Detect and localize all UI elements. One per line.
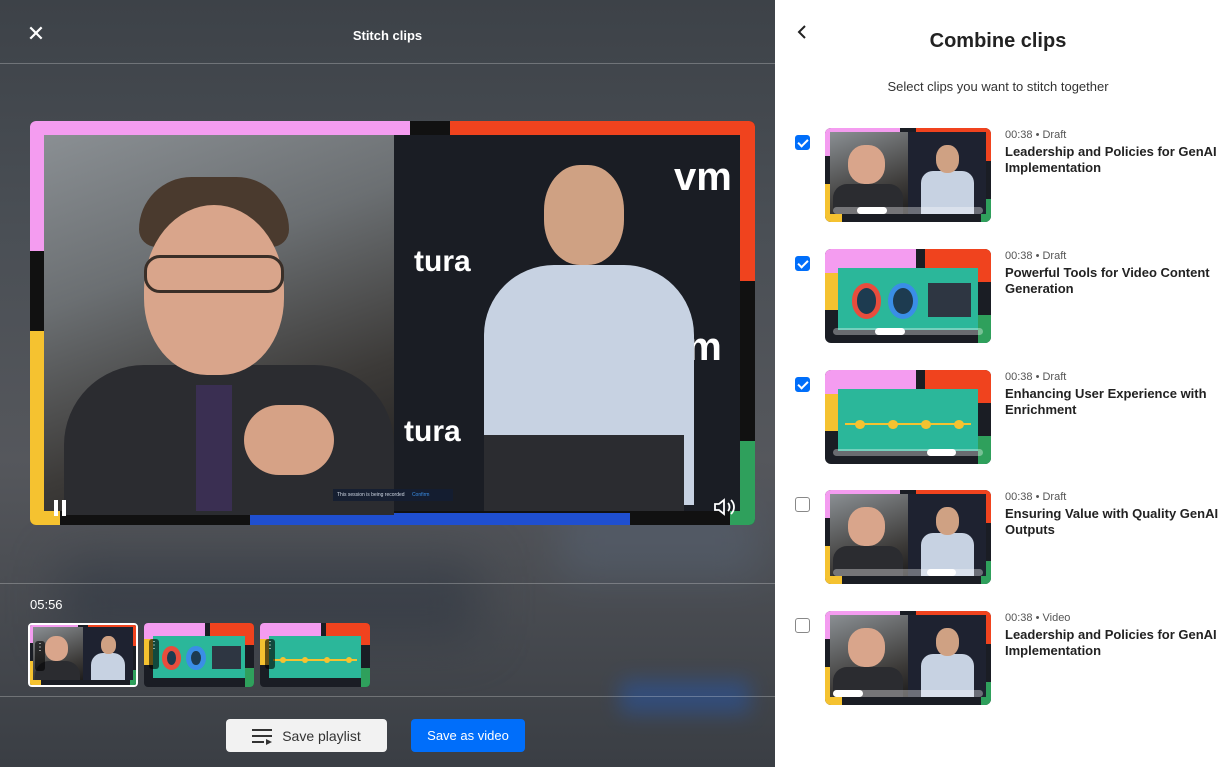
save-as-video-button[interactable]: Save as video bbox=[411, 719, 525, 752]
clip-status: 00:38 • Draft bbox=[1005, 491, 1067, 503]
clip-thumbnail[interactable] bbox=[825, 490, 991, 584]
clip-status: 00:38 • Draft bbox=[1005, 371, 1067, 383]
clip-meta: 00:38 • Draft Leadership and Policies for… bbox=[1005, 129, 1221, 176]
clip-checkbox[interactable] bbox=[795, 497, 810, 512]
playlist-icon bbox=[252, 728, 273, 745]
video-player[interactable]: turavm vmtura This session is being reco… bbox=[30, 121, 755, 525]
editor-header: ✕ Stitch clips bbox=[0, 0, 775, 64]
clip-thumbnail[interactable] bbox=[825, 611, 991, 705]
drag-handle-icon[interactable]: ⋮ bbox=[35, 641, 45, 671]
clip-list-item[interactable]: 00:38 • Draft Enhancing User Experience w… bbox=[795, 370, 1221, 466]
drag-handle-icon[interactable]: ⋮ bbox=[265, 639, 275, 669]
panel-subtitle: Select clips you want to stitch together bbox=[887, 79, 1109, 94]
pause-icon[interactable] bbox=[52, 500, 68, 518]
recording-banner-button: Confirm bbox=[411, 492, 430, 498]
clip-scrub-bar bbox=[833, 568, 983, 577]
clip-name: Leadership and Policies for GenAI Implem… bbox=[1005, 627, 1217, 658]
panel-title: Combine clips bbox=[929, 30, 1067, 52]
clip-scrub-bar bbox=[833, 689, 983, 698]
clip-checkbox[interactable] bbox=[795, 377, 810, 392]
clip-name: Enhancing User Experience with Enrichmen… bbox=[1005, 386, 1207, 417]
stitch-editor: ✕ Stitch clips turavm vmtura This sessio… bbox=[0, 0, 775, 767]
drag-handle-icon[interactable]: ⋮ bbox=[149, 639, 159, 669]
recording-banner: This session is being recorded Confirm bbox=[333, 489, 453, 501]
clip-meta: 00:38 • Draft Powerful Tools for Video Co… bbox=[1005, 250, 1221, 297]
clip-status: 00:38 • Video bbox=[1005, 612, 1071, 624]
clip-checkbox[interactable] bbox=[795, 135, 810, 150]
clip-thumbnail[interactable] bbox=[825, 370, 991, 464]
combine-clips-panel: Combine clips Select clips you want to s… bbox=[775, 0, 1221, 767]
clip-meta: 00:38 • Draft Enhancing User Experience w… bbox=[1005, 371, 1221, 418]
clip-list-item[interactable]: 00:38 • Draft Leadership and Policies for… bbox=[795, 128, 1221, 224]
timeline-clip[interactable]: ⋮ bbox=[144, 623, 254, 687]
clip-name: Powerful Tools for Video Content Generat… bbox=[1005, 265, 1210, 296]
clip-meta: 00:38 • Draft Ensuring Value with Quality… bbox=[1005, 491, 1221, 538]
speaker-right-video: turavm vmtura bbox=[394, 135, 740, 511]
timeline-clips: ⋮ ⋮ ⋮ bbox=[28, 623, 370, 687]
clip-list-item[interactable]: 00:38 • Draft Powerful Tools for Video Co… bbox=[795, 249, 1221, 345]
timeline-clip[interactable]: ⋮ bbox=[28, 623, 138, 687]
clip-thumbnail[interactable] bbox=[825, 249, 991, 343]
clip-scrub-bar bbox=[833, 327, 983, 336]
save-playlist-button[interactable]: Save playlist bbox=[226, 719, 387, 752]
volume-icon[interactable] bbox=[712, 496, 740, 520]
clip-meta: 00:38 • Video Leadership and Policies for… bbox=[1005, 612, 1221, 659]
clip-thumbnail[interactable] bbox=[825, 128, 991, 222]
clip-checkbox[interactable] bbox=[795, 256, 810, 271]
clip-status: 00:38 • Draft bbox=[1005, 250, 1067, 262]
clip-name: Leadership and Policies for GenAI Implem… bbox=[1005, 144, 1217, 175]
clip-scrub-bar bbox=[833, 206, 983, 215]
clip-scrub-bar bbox=[833, 448, 983, 457]
clip-list-item[interactable]: 00:38 • Draft Ensuring Value with Quality… bbox=[795, 490, 1221, 586]
clip-list-item[interactable]: 00:38 • Video Leadership and Policies for… bbox=[795, 611, 1221, 707]
speaker-left-video bbox=[44, 135, 394, 515]
timeline-duration: 05:56 bbox=[30, 597, 63, 612]
clip-checkbox[interactable] bbox=[795, 618, 810, 633]
timeline-clip[interactable]: ⋮ bbox=[260, 623, 370, 687]
recording-banner-text: This session is being recorded bbox=[337, 492, 405, 498]
clip-status: 00:38 • Draft bbox=[1005, 129, 1067, 141]
timeline: 05:56 ⋮ ⋮ ⋮ bbox=[0, 583, 775, 697]
editor-title: Stitch clips bbox=[352, 28, 423, 43]
clip-name: Ensuring Value with Quality GenAI Output… bbox=[1005, 506, 1219, 537]
save-playlist-label: Save playlist bbox=[282, 727, 361, 744]
